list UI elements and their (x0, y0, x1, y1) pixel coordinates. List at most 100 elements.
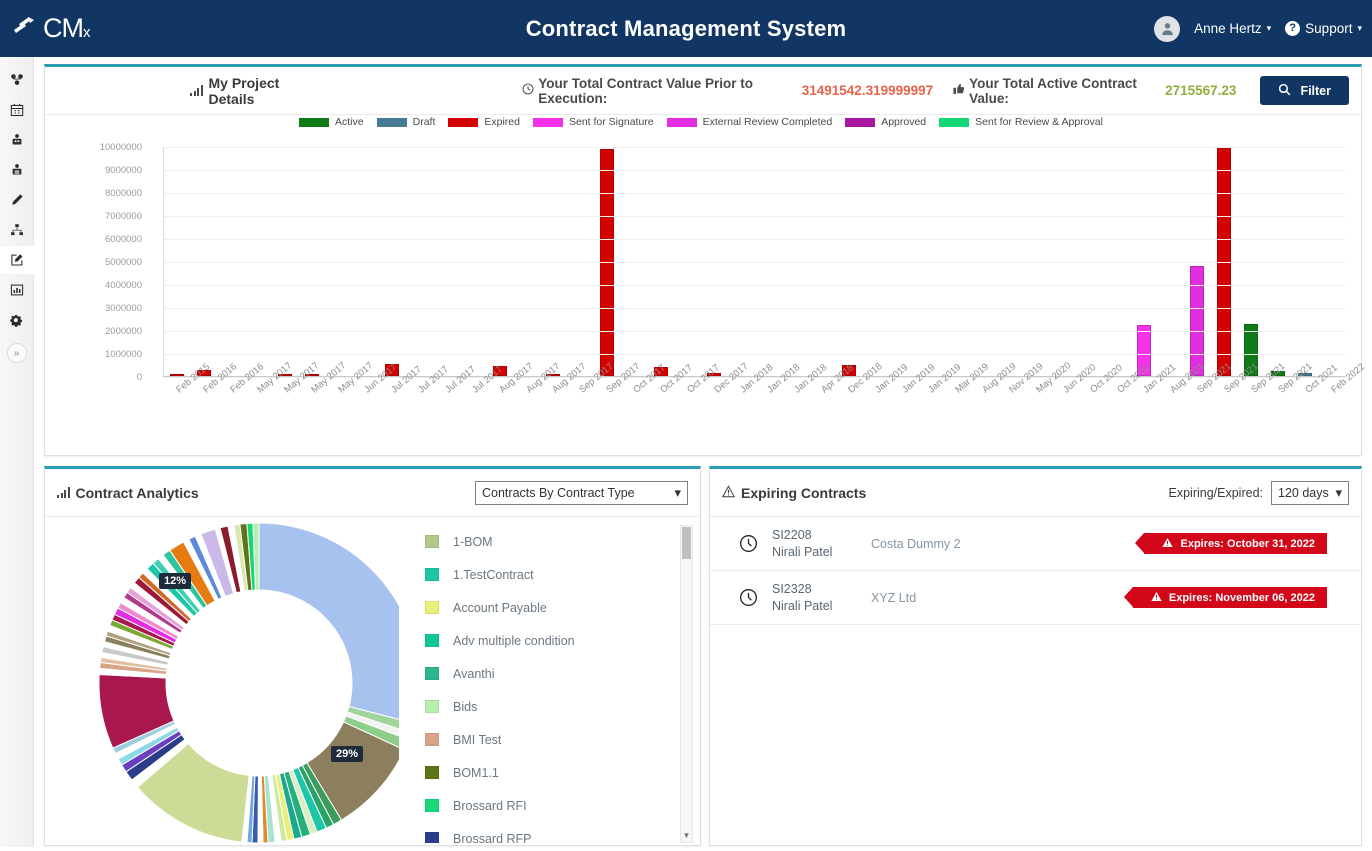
legend-swatch (299, 117, 330, 127)
list-item[interactable]: BMI Test (425, 723, 687, 756)
legend-item[interactable]: External Review Completed (666, 116, 832, 128)
legend-label: Avanthi (453, 666, 495, 681)
legend-item[interactable]: Active (299, 116, 364, 128)
x-label-slot: Oct 2020 (1103, 362, 1152, 441)
table-row[interactable]: SI2328 Nirali Patel XYZ Ltd Expires: Novemb… (710, 571, 1361, 625)
bar-slot (889, 146, 916, 376)
legend-swatch (845, 117, 876, 127)
app-logo[interactable]: CMx (0, 0, 100, 57)
expiring-days-select[interactable]: 120 days ▾ (1271, 480, 1349, 505)
analytics-panel-title: Contract Analytics (57, 485, 199, 501)
top-header-bar: CMx Contract Management System Anne Hert… (0, 0, 1372, 57)
bar-slot (1211, 146, 1238, 376)
chart-legend: Active Draft Expired Sent for Signature Exte… (45, 116, 1363, 128)
bar-slot (969, 146, 996, 376)
chart-bar[interactable] (1190, 265, 1205, 376)
legend-label: Draft (412, 116, 436, 128)
contract-party[interactable]: Costa Dummy 2 (867, 537, 1144, 551)
sidebar-item-dashboard[interactable] (0, 65, 34, 95)
project-title-text: My Project Details (208, 74, 280, 107)
bar-slot (486, 146, 513, 376)
y-axis-tick: 1000000 (105, 349, 142, 360)
list-item[interactable]: Avanthi (425, 657, 687, 690)
bar-slot (781, 146, 808, 376)
project-panel-title: My Project Details (190, 75, 320, 107)
sidebar-item-settings[interactable] (0, 305, 34, 335)
legend-swatch (425, 700, 439, 713)
donut-percent-label: 29% (331, 746, 364, 762)
list-item[interactable]: BOM1.1 (425, 756, 687, 789)
gridline (164, 170, 1345, 171)
sidebar-item-calendar[interactable] (0, 95, 34, 125)
contract-id: SI2208 Nirali Patel (772, 527, 867, 561)
x-label-slot: Jul 2017 (432, 364, 478, 441)
chart-x-axis-labels: Feb 2015 Feb 2016 Feb 2016 May 2017 May 2017… (163, 360, 1368, 441)
list-item[interactable]: Account Payable (425, 591, 687, 624)
bar-slot (755, 146, 782, 376)
y-axis-tick: 3000000 (105, 303, 142, 314)
sidebar-item-edit-document[interactable] (0, 245, 34, 275)
list-item[interactable]: Adv multiple condition (425, 624, 687, 657)
list-item[interactable]: 1-BOM (425, 525, 687, 558)
gridline (164, 239, 1345, 240)
legend-label: Adv multiple condition (453, 633, 575, 648)
legend-item[interactable]: Draft (376, 116, 436, 128)
sidebar-item-reports[interactable] (0, 275, 34, 305)
legend-item[interactable]: Expired (448, 116, 520, 128)
expiring-contracts-list: SI2208 Nirali Patel Costa Dummy 2 Expires: … (710, 517, 1361, 625)
support-menu[interactable]: ? Support ▾ (1285, 21, 1362, 36)
bar-slot (1077, 146, 1104, 376)
x-label-slot: Nov 2019 (996, 361, 1045, 441)
analytics-type-select[interactable]: Contracts By Contract Type ▾ (475, 480, 688, 505)
bar-slot (218, 146, 245, 376)
legend-item[interactable]: Sent for Signature (532, 116, 654, 128)
legend-scrollbar[interactable]: ▼ (680, 525, 693, 843)
list-item[interactable]: Brossard RFI (425, 789, 687, 822)
y-axis-tick: 0 (136, 372, 142, 383)
legend-swatch (448, 117, 479, 127)
gridline (164, 147, 1345, 148)
scrollbar-thumb[interactable] (682, 527, 691, 559)
user-menu[interactable]: Anne Hertz ▾ (1194, 21, 1271, 36)
help-icon: ? (1285, 21, 1301, 36)
x-label-slot: Oct 2017 (620, 362, 668, 441)
bar-slot (942, 146, 969, 376)
sidebar-item-pen[interactable] (0, 185, 34, 215)
expiring-days-value: 120 days (1278, 485, 1329, 500)
contract-status-bar-chart: Active Draft Expired Sent for Signature Exte… (45, 115, 1368, 455)
sidebar-item-contacts[interactable] (0, 125, 34, 155)
sidebar-expand-button[interactable]: » (6, 343, 27, 363)
list-item[interactable]: Brossard RFP (425, 822, 687, 843)
x-label-slot: Sep 2021 (1264, 361, 1314, 441)
clock-icon (522, 83, 534, 98)
sidebar-item-user-group[interactable] (0, 155, 34, 185)
avatar[interactable] (1154, 15, 1181, 42)
x-label-slot: Oct 2017 (646, 362, 695, 441)
list-item[interactable]: 1.TestContract (425, 558, 687, 591)
x-label-slot: Sep 2017 (566, 361, 616, 441)
donut-slice[interactable] (258, 522, 420, 724)
list-item[interactable]: Bids (425, 690, 687, 723)
legend-swatch (425, 634, 439, 647)
bar-slot (1291, 146, 1318, 376)
table-row[interactable]: SI2208 Nirali Patel Costa Dummy 2 Expires: … (710, 517, 1361, 571)
analytics-select-value: Contracts By Contract Type (482, 485, 635, 500)
x-label-slot: Aug 2017 (539, 361, 589, 441)
logo-wordmark: CMx (43, 13, 90, 43)
legend-label: Sent for Review & Approval (975, 116, 1103, 128)
bar-slot (835, 146, 862, 376)
chevron-down-icon: ▾ (674, 484, 681, 500)
filter-button[interactable]: Filter (1260, 76, 1349, 105)
contract-party[interactable]: XYZ Ltd (867, 591, 1133, 605)
gridline (164, 354, 1345, 355)
legend-item[interactable]: Sent for Review & Approval (939, 116, 1103, 128)
bar-chart-icon (57, 487, 70, 498)
stat-active-contract-value: Your Total Active Contract Value: 271556… (953, 76, 1236, 106)
scroll-down-arrow-icon[interactable]: ▼ (681, 831, 692, 840)
y-axis-tick: 4000000 (105, 280, 142, 291)
contract-number: SI2208 (772, 527, 812, 542)
sidebar-item-hierarchy[interactable] (0, 215, 34, 245)
filter-button-label: Filter (1300, 83, 1331, 98)
legend-item[interactable]: Approved (845, 116, 926, 128)
chart-bar[interactable] (170, 374, 185, 376)
